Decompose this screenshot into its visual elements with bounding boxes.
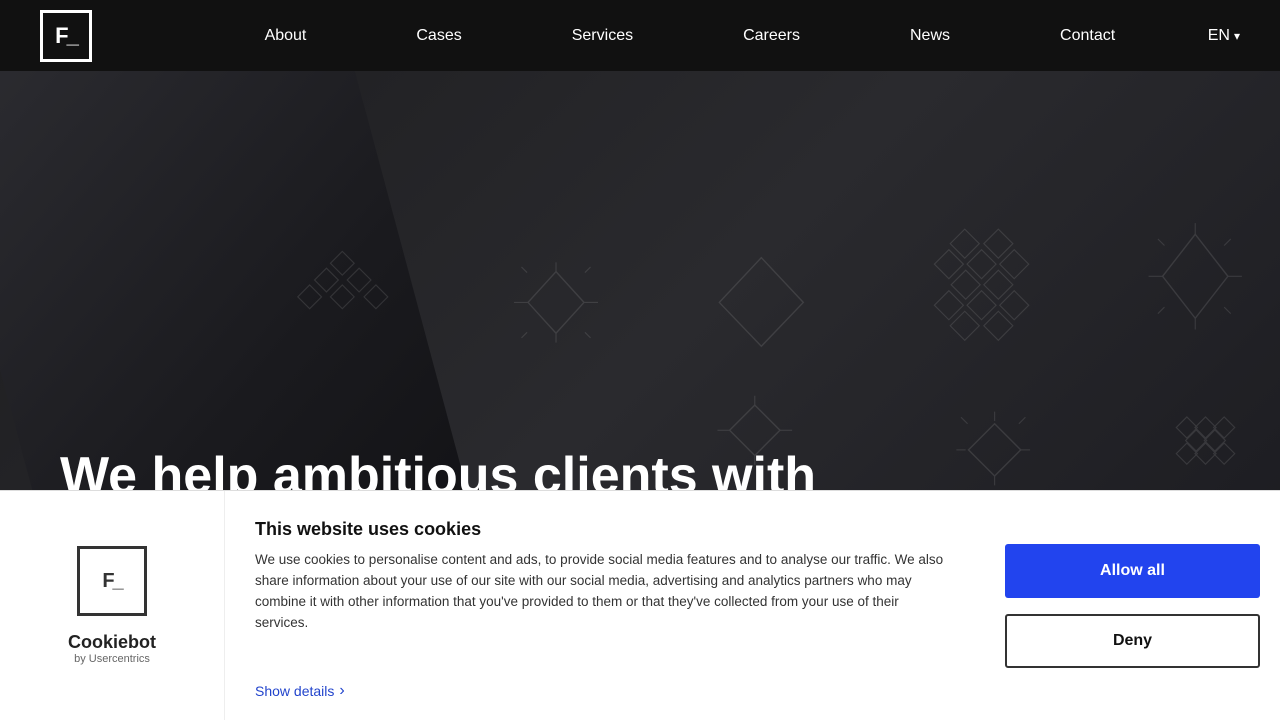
cookie-banner: F_ Cookiebot by Usercentrics This websit… [0, 490, 1280, 720]
navbar: F_ About Cases Services Careers News Con… [0, 0, 1280, 71]
cookie-logo-area: F_ Cookiebot by Usercentrics [0, 491, 225, 720]
cookie-logo: F_ [77, 546, 147, 616]
nav-about[interactable]: About [210, 0, 362, 71]
nav-links: About Cases Services Careers News Contac… [130, 0, 1171, 71]
cookiebot-name: Cookiebot [68, 632, 156, 653]
cookie-logo-text: F_ [102, 570, 121, 593]
show-details-link[interactable]: Show details › [255, 682, 955, 700]
cookie-actions: Allow all Deny [985, 491, 1280, 720]
deny-button[interactable]: Deny [1005, 614, 1260, 668]
logo-text: F_ [55, 23, 77, 49]
show-details-label: Show details [255, 683, 334, 699]
cookie-title: This website uses cookies [255, 519, 955, 540]
language-arrow-icon: ▾ [1234, 29, 1240, 43]
site-logo[interactable]: F_ [40, 10, 92, 62]
cookiebot-sub: by Usercentrics [74, 653, 150, 665]
nav-careers[interactable]: Careers [688, 0, 855, 71]
allow-all-button[interactable]: Allow all [1005, 544, 1260, 598]
nav-cases[interactable]: Cases [361, 0, 516, 71]
nav-contact[interactable]: Contact [1005, 0, 1170, 71]
nav-news[interactable]: News [855, 0, 1005, 71]
language-label: EN [1208, 27, 1230, 45]
hero-decorations [0, 71, 1280, 490]
show-details-arrow-icon: › [339, 682, 344, 700]
language-selector[interactable]: EN ▾ [1208, 27, 1240, 45]
cookie-content: This website uses cookies We use cookies… [225, 491, 985, 720]
cookiebot-brand: Cookiebot by Usercentrics [68, 632, 156, 665]
cookie-body: We use cookies to personalise content an… [255, 550, 955, 634]
nav-services[interactable]: Services [517, 0, 688, 71]
